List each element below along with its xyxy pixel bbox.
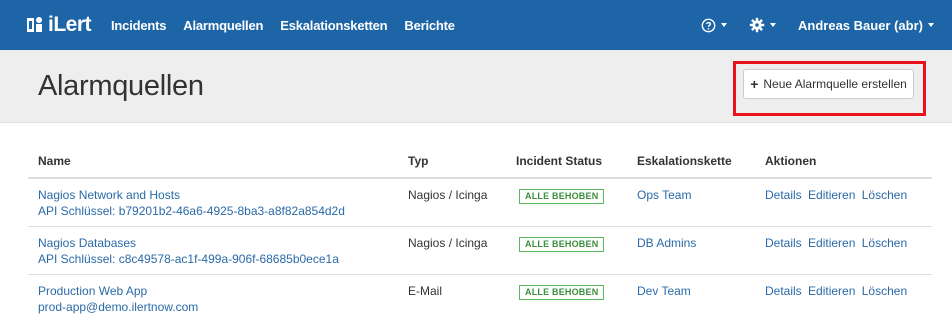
cell-type: E-Mail [408, 284, 443, 298]
cell-chain: Ops Team [627, 178, 755, 227]
status-badge: ALLE BEHOBEN [519, 237, 605, 252]
plus-icon: + [750, 76, 759, 92]
cell-status: ALLE BEHOBEN [506, 275, 627, 323]
user-name: Andreas Bauer (abr) [798, 17, 923, 33]
status-badge: ALLE BEHOBEN [519, 285, 605, 300]
alarm-sources-table: Name Typ Incident Status Eskalationskett… [28, 148, 932, 322]
alarm-source-name-link[interactable]: Nagios Databases [38, 235, 388, 251]
escalation-chain-link[interactable]: Dev Team [637, 284, 691, 298]
user-menu[interactable]: Andreas Bauer (abr) [798, 18, 934, 33]
new-alarm-source-button[interactable]: + Neue Alarmquelle erstellen [743, 69, 914, 99]
table-row: Production Web App prod-app@demo.ilertno… [28, 275, 932, 323]
col-header-status: Incident Status [506, 148, 627, 179]
cell-status: ALLE BEHOBEN [506, 178, 627, 227]
cell-name: Nagios Databases API Schlüssel: c8c49578… [28, 226, 398, 275]
delete-link[interactable]: Löschen [862, 284, 907, 298]
alarm-source-detail-link[interactable]: prod-app@demo.ilertnow.com [38, 299, 388, 315]
delete-link[interactable]: Löschen [862, 188, 907, 202]
brand-name: iLert [48, 13, 92, 36]
nav-right: Andreas Bauer (abr) [679, 17, 934, 33]
settings-menu[interactable] [749, 17, 777, 33]
edit-link[interactable]: Editieren [808, 284, 855, 298]
nav-eskalationsketten[interactable]: Eskalationsketten [280, 18, 387, 33]
gear-icon [749, 17, 765, 33]
status-badge: ALLE BEHOBEN [519, 189, 605, 204]
help-circle-icon [701, 18, 716, 32]
ilert-logo-icon [27, 17, 42, 32]
table-header-row: Name Typ Incident Status Eskalationskett… [28, 148, 932, 179]
alarm-source-detail-link[interactable]: API Schlüssel: c8c49578-ac1f-499a-906f-6… [38, 251, 388, 267]
new-alarm-source-label: Neue Alarmquelle erstellen [763, 77, 907, 91]
table-row: Nagios Network and Hosts API Schlüssel: … [28, 178, 932, 227]
table-row: Nagios Databases API Schlüssel: c8c49578… [28, 226, 932, 275]
chevron-down-icon [721, 23, 728, 27]
col-header-type: Typ [398, 148, 506, 179]
cell-name: Production Web App prod-app@demo.ilertno… [28, 275, 398, 323]
cell-actions: Details Editieren Löschen [755, 178, 932, 227]
cell-name: Nagios Network and Hosts API Schlüssel: … [28, 178, 398, 227]
chevron-down-icon [770, 23, 777, 27]
cell-type: Nagios / Icinga [398, 178, 506, 227]
page-title: Alarmquellen [38, 70, 204, 102]
cell-type: Nagios / Icinga [398, 226, 506, 275]
brand-logo[interactable]: iLert [25, 13, 92, 37]
alarm-source-name-link[interactable]: Production Web App [38, 283, 388, 299]
edit-link[interactable]: Editieren [808, 236, 855, 250]
help-menu[interactable] [701, 18, 728, 33]
top-navbar: iLert Incidents Alarmquellen Eskalations… [0, 0, 952, 50]
alarm-source-name-link[interactable]: Nagios Network and Hosts [38, 187, 388, 203]
details-link[interactable]: Details [765, 236, 802, 250]
delete-link[interactable]: Löschen [862, 236, 907, 250]
edit-link[interactable]: Editieren [808, 188, 855, 202]
details-link[interactable]: Details [765, 284, 802, 298]
chevron-down-icon [928, 23, 934, 27]
cell-actions: Details Editieren Löschen [755, 226, 932, 275]
nav-alarmquellen[interactable]: Alarmquellen [183, 18, 263, 33]
details-link[interactable]: Details [765, 188, 802, 202]
cell-status: ALLE BEHOBEN [506, 226, 627, 275]
alarm-source-detail-link[interactable]: API Schlüssel: b79201b2-46a6-4925-8ba3-a… [38, 203, 388, 219]
col-header-actions: Aktionen [755, 148, 932, 179]
escalation-chain-link[interactable]: Ops Team [637, 188, 691, 202]
main-nav: Incidents Alarmquellen Eskalationsketten… [111, 18, 472, 33]
cell-chain: Dev Team [627, 275, 755, 323]
nav-berichte[interactable]: Berichte [404, 18, 455, 33]
nav-incidents[interactable]: Incidents [111, 18, 166, 33]
col-header-chain: Eskalationskette [627, 148, 755, 179]
cell-chain: DB Admins [627, 226, 755, 275]
cell-actions: Details Editieren Löschen [755, 275, 932, 323]
escalation-chain-link[interactable]: DB Admins [637, 236, 696, 250]
col-header-name: Name [28, 148, 398, 179]
